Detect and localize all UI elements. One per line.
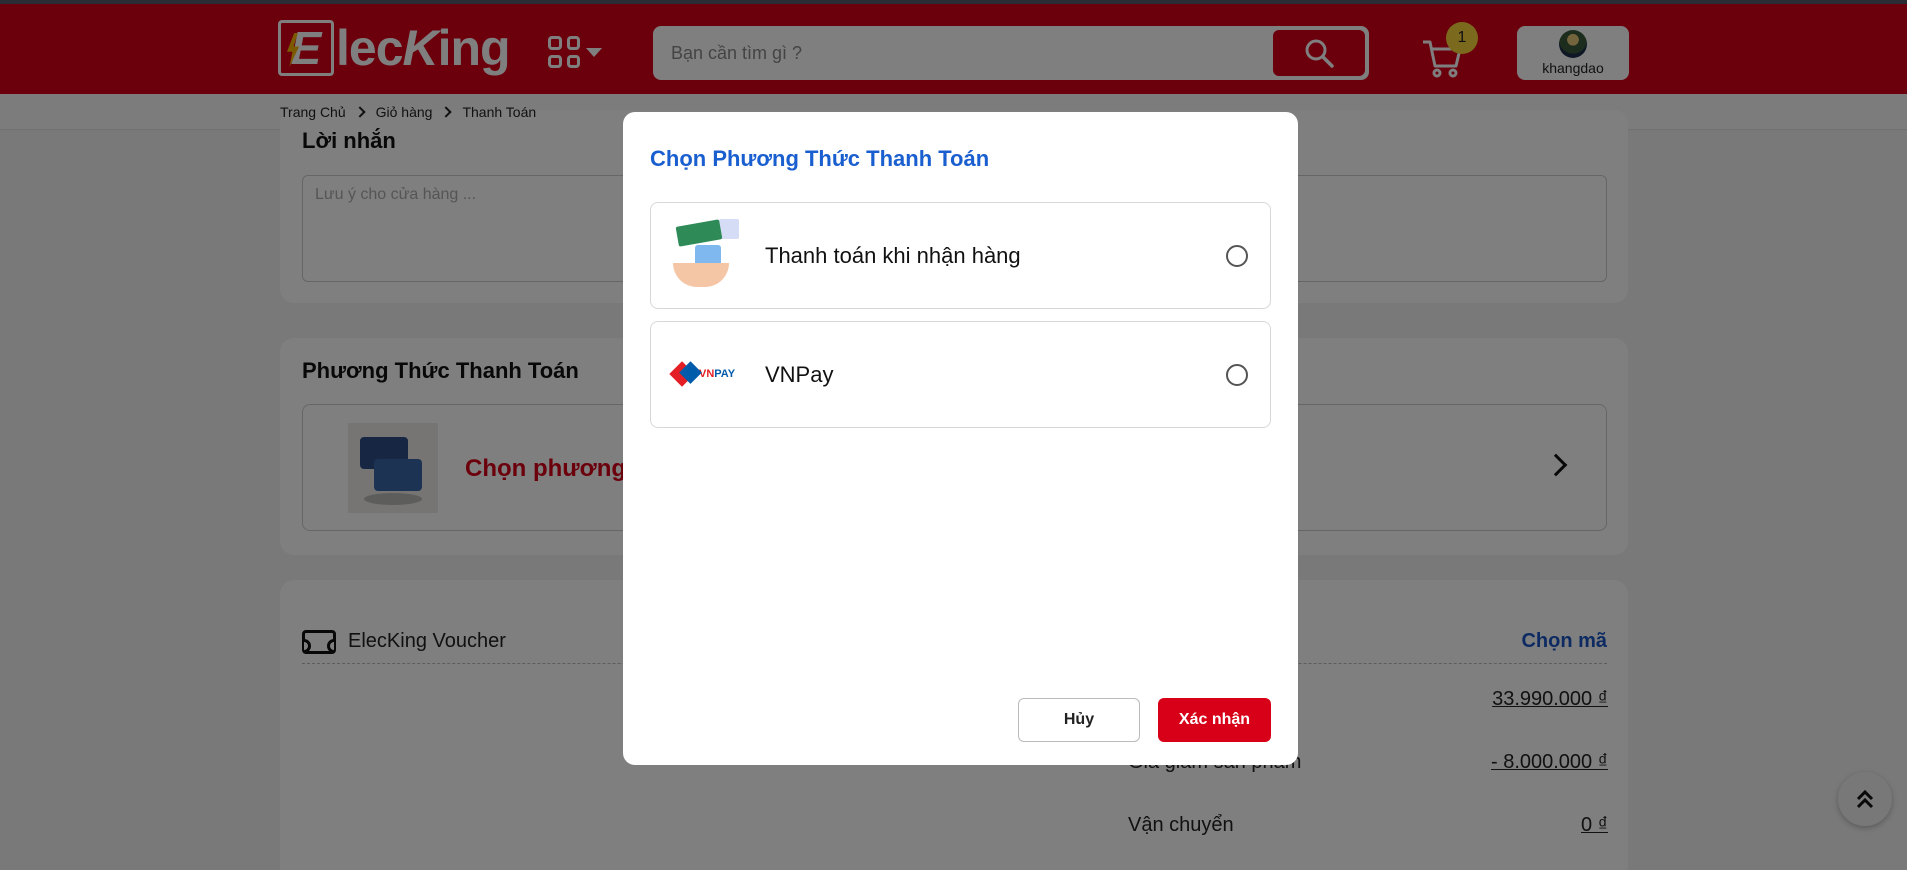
vnpay-logo: VNPAY	[669, 360, 749, 388]
option-label: Thanh toán khi nhận hàng	[765, 243, 1021, 268]
option-cash-on-delivery[interactable]: Thanh toán khi nhận hàng	[650, 202, 1271, 309]
option-vnpay[interactable]: VNPAY VNPay	[650, 321, 1271, 428]
cash-on-delivery-icon	[669, 219, 743, 293]
radio-button[interactable]	[1226, 245, 1248, 267]
payment-method-modal: Chọn Phương Thức Thanh Toán Thanh toán k…	[623, 112, 1298, 765]
confirm-button[interactable]: Xác nhận	[1158, 698, 1271, 742]
radio-button[interactable]	[1226, 364, 1248, 386]
option-label: VNPay	[765, 362, 834, 387]
modal-title: Chọn Phương Thức Thanh Toán	[650, 146, 990, 171]
cancel-button[interactable]: Hủy	[1018, 698, 1140, 742]
